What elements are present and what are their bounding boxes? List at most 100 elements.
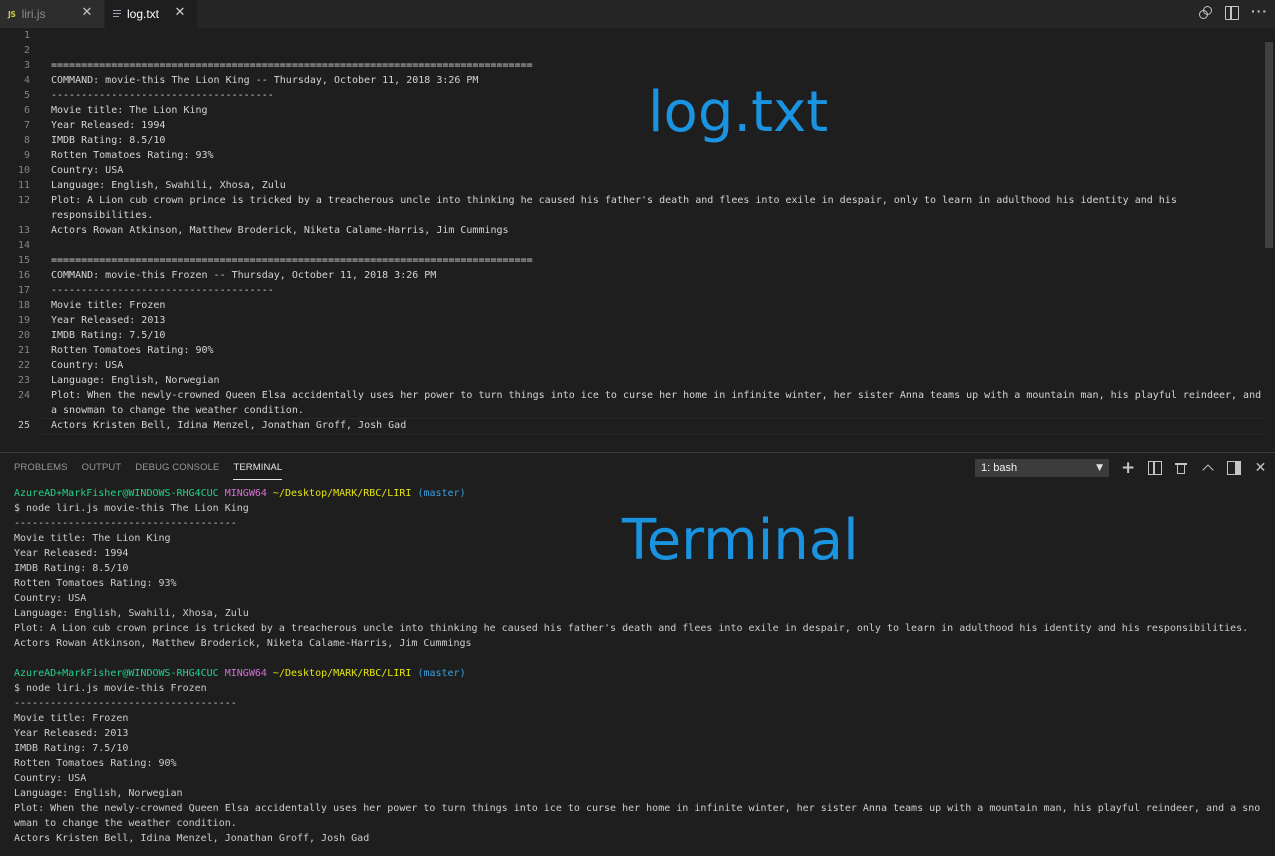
terminal-select[interactable]: 1: bash ▼ — [975, 459, 1109, 477]
bottom-panel: PROBLEMS OUTPUT DEBUG CONSOLE TERMINAL 1… — [0, 452, 1275, 856]
code-line[interactable]: Language: English, Norwegian — [51, 373, 220, 388]
editor-tab-bar: JS liri.js ✕ log.txt ✕ ··· — [0, 0, 1275, 29]
terminal-line: ------------------------------------- — [14, 698, 237, 709]
editor-pane[interactable]: 1 2 3 4 5 6 7 8 9 10 11 12 13 14 15 16 17 18 19 20 21 22 23 24 2… — [0, 28, 1275, 452]
code-line[interactable]: IMDB Rating: 7.5/10 — [51, 328, 165, 343]
terminal-line: Plot: A Lion cub crown prince is tricked… — [14, 623, 1249, 634]
open-changes-icon[interactable] — [1199, 6, 1213, 20]
code-line[interactable]: COMMAND: movie-this The Lion King -- Thu… — [51, 73, 478, 88]
vscode-window: JS liri.js ✕ log.txt ✕ ··· 1 2 3 4 5 6 7 8 9 10 11… — [0, 0, 1275, 856]
line-number: 1 — [23, 30, 30, 41]
line-number — [0, 403, 30, 418]
tab-log-txt[interactable]: log.txt ✕ — [105, 0, 197, 28]
tab-label: liri.js — [21, 7, 46, 21]
code-line[interactable]: Actors Rowan Atkinson, Matthew Broderick… — [51, 223, 509, 238]
chevron-down-icon: ▼ — [1096, 463, 1103, 473]
code-line[interactable]: Rotten Tomatoes Rating: 90% — [51, 343, 214, 358]
terminal-line: ------------------------------------- — [14, 518, 237, 529]
terminal-line: Country: USA — [14, 773, 87, 784]
overlay-label-terminal: Terminal — [622, 508, 859, 573]
code-line[interactable]: ========================================… — [51, 58, 533, 73]
code-line[interactable]: Plot: When the newly-crowned Queen Elsa … — [51, 388, 1261, 403]
code-line[interactable]: Language: English, Swahili, Xhosa, Zulu — [51, 178, 286, 193]
code-line[interactable]: Rotten Tomatoes Rating: 93% — [51, 148, 214, 163]
editor-actions: ··· — [1199, 4, 1267, 20]
code-line[interactable]: Movie title: The Lion King — [51, 103, 208, 118]
terminal-line: Actors Rowan Atkinson, Matthew Broderick… — [14, 638, 472, 649]
terminal-line: Year Released: 1994 — [14, 548, 129, 559]
split-terminal-icon[interactable] — [1147, 461, 1162, 475]
terminal-line: $ node liri.js movie-this Frozen — [14, 683, 207, 694]
code-line[interactable]: ------------------------------------- — [51, 283, 274, 298]
tab-debug-console[interactable]: DEBUG CONSOLE — [135, 462, 219, 480]
prompt-env: MINGW64 — [224, 668, 267, 679]
maximize-panel-icon[interactable] — [1227, 461, 1241, 475]
code-line[interactable]: responsibilities. — [51, 208, 153, 223]
code-line[interactable]: Year Released: 1994 — [51, 118, 165, 133]
line-number: 11 — [17, 180, 30, 191]
overlay-label-log: log.txt — [648, 80, 829, 145]
terminal-line: Actors Kristen Bell, Idina Menzel, Jonat… — [14, 833, 370, 844]
code-line[interactable]: a snowman to change the weather conditio… — [51, 403, 304, 418]
prompt-path: ~/Desktop/MARK/RBC/LIRI — [272, 668, 412, 679]
line-number: 14 — [17, 240, 30, 251]
terminal-line: wman to change the weather condition. — [14, 818, 237, 829]
prompt-user: AzureAD+MarkFisher@WINDOWS-RHG4CUC — [14, 668, 219, 679]
line-number: 8 — [23, 135, 30, 146]
code-line[interactable]: COMMAND: movie-this Frozen -- Thursday, … — [51, 268, 436, 283]
split-editor-icon[interactable] — [1225, 6, 1239, 20]
code-line[interactable]: ========================================… — [51, 253, 533, 268]
line-number: 5 — [23, 90, 30, 101]
tab-label: log.txt — [127, 7, 160, 21]
code-line[interactable]: Country: USA — [51, 163, 123, 178]
code-line[interactable]: IMDB Rating: 8.5/10 — [51, 133, 165, 148]
chevron-up-icon[interactable] — [1201, 461, 1215, 475]
terminal-prompt: AzureAD+MarkFisher@WINDOWS-RHG4CUC MINGW… — [14, 486, 466, 501]
code-line[interactable]: Country: USA — [51, 358, 123, 373]
tab-output[interactable]: OUTPUT — [82, 462, 122, 480]
tab-terminal[interactable]: TERMINAL — [233, 462, 283, 480]
panel-tabs: PROBLEMS OUTPUT DEBUG CONSOLE TERMINAL — [14, 462, 296, 480]
terminal-line: Movie title: Frozen — [14, 713, 129, 724]
terminal-line: Rotten Tomatoes Rating: 93% — [14, 578, 177, 589]
tab-liri-js[interactable]: JS liri.js ✕ — [0, 0, 104, 28]
code-line[interactable]: Year Released: 2013 — [51, 313, 165, 328]
terminal-line: $ node liri.js movie-this The Lion King — [14, 503, 249, 514]
prompt-env: MINGW64 — [224, 488, 267, 499]
tab-problems[interactable]: PROBLEMS — [14, 462, 68, 480]
code-line[interactable]: Movie title: Frozen — [51, 298, 165, 313]
line-number: 19 — [17, 315, 30, 326]
line-number: 16 — [17, 270, 30, 281]
line-number: 18 — [17, 300, 30, 311]
trash-icon[interactable] — [1174, 461, 1188, 475]
line-number: 23 — [17, 375, 30, 386]
line-number: 20 — [17, 330, 30, 341]
new-terminal-icon[interactable]: + — [1121, 460, 1135, 477]
code-line[interactable]: ------------------------------------- — [51, 88, 274, 103]
line-number: 17 — [17, 285, 30, 296]
line-number: 9 — [23, 150, 30, 161]
close-icon[interactable]: ✕ — [173, 6, 187, 20]
line-number: 3 — [23, 60, 30, 71]
terminal-line: Plot: When the newly-crowned Queen Elsa … — [14, 803, 1261, 814]
close-icon[interactable]: ✕ — [80, 6, 94, 20]
code-line[interactable]: Plot: A Lion cub crown prince is tricked… — [51, 193, 1177, 208]
text-file-icon — [113, 9, 122, 19]
line-number: 2 — [23, 45, 30, 56]
editor-scrollbar[interactable] — [1265, 42, 1273, 248]
terminal-line: Language: English, Swahili, Xhosa, Zulu — [14, 608, 249, 619]
prompt-path: ~/Desktop/MARK/RBC/LIRI — [272, 488, 412, 499]
line-number: 7 — [23, 120, 30, 131]
line-number: 25 — [17, 420, 30, 431]
close-panel-icon[interactable]: ✕ — [1254, 461, 1268, 475]
js-file-icon: JS — [8, 9, 16, 19]
more-actions-icon[interactable]: ··· — [1251, 4, 1267, 20]
terminal-line: Country: USA — [14, 593, 87, 604]
line-number: 24 — [17, 390, 30, 401]
terminal-line: Language: English, Norwegian — [14, 788, 183, 799]
terminal-prompt: AzureAD+MarkFisher@WINDOWS-RHG4CUC MINGW… — [14, 666, 466, 681]
line-number: 22 — [17, 360, 30, 371]
line-number: 6 — [23, 105, 30, 116]
code-line[interactable]: Actors Kristen Bell, Idina Menzel, Jonat… — [51, 418, 406, 433]
prompt-branch: (master) — [417, 668, 466, 679]
